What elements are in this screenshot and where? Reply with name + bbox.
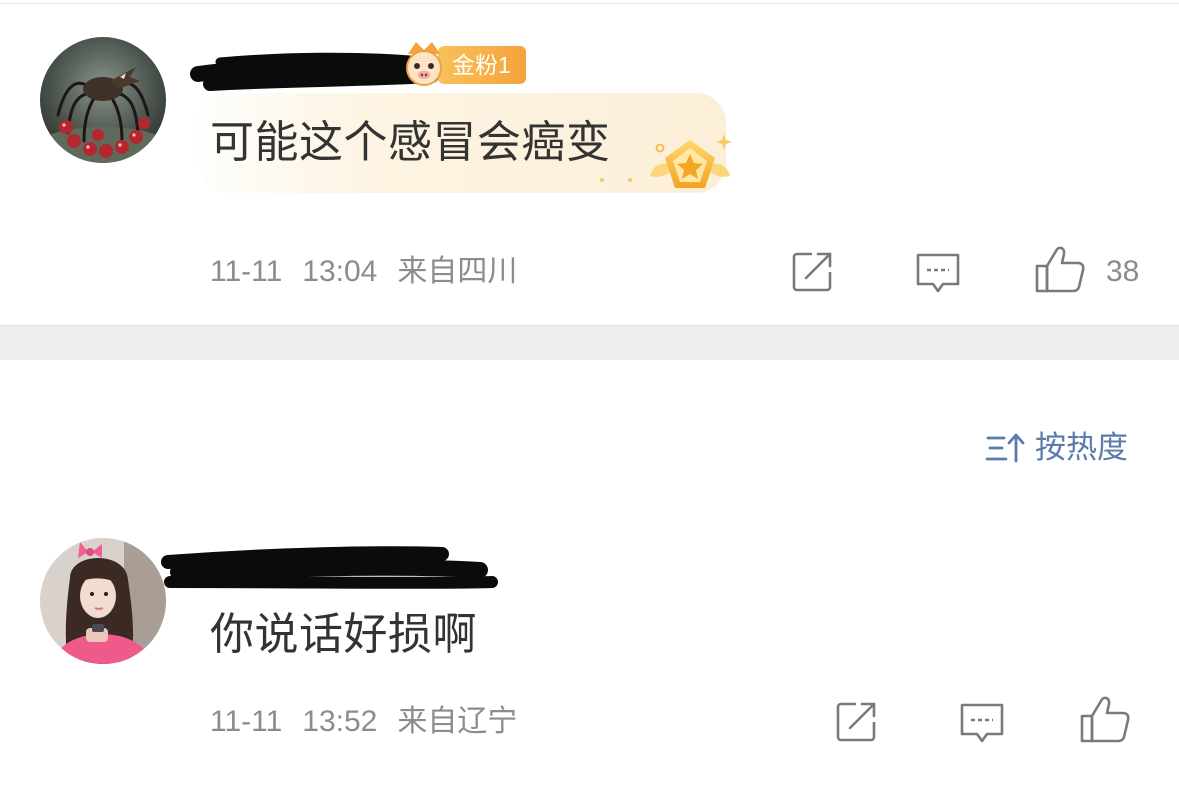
comment-2-text: 你说话好损啊 xyxy=(210,610,477,659)
sort-by-hot-toggle[interactable]: 按热度 xyxy=(985,428,1128,468)
avatar-image xyxy=(40,37,166,163)
fan-badge-label: 金粉1 xyxy=(452,52,511,78)
section-divider xyxy=(0,325,1179,360)
fan-badge-icon xyxy=(406,42,442,86)
comment-1-meta: 11-11 13:04 来自四川 xyxy=(210,254,517,290)
comment-2-meta: 11-11 13:52 来自辽宁 xyxy=(210,704,517,740)
share-icon xyxy=(836,702,876,742)
comment-2-reply-button[interactable] xyxy=(958,700,1006,746)
sort-icon xyxy=(985,433,1025,463)
comment-icon xyxy=(960,703,1004,743)
share-icon xyxy=(792,252,832,292)
comment-1-avatar[interactable] xyxy=(40,37,166,163)
comment-2-username-redacted[interactable] xyxy=(158,540,503,594)
like-icon xyxy=(1035,246,1085,293)
comment-2-avatar[interactable] xyxy=(40,538,166,664)
comment-1-time: 13:04 xyxy=(302,255,378,288)
comment-icon xyxy=(916,253,960,293)
comment-1-like-count: 38 xyxy=(1106,255,1140,288)
comment-2-like-button[interactable] xyxy=(1079,694,1131,744)
comment-2-share-button[interactable] xyxy=(834,700,880,744)
comment-1-like-button[interactable] xyxy=(1034,244,1086,294)
comment-2-time: 13:52 xyxy=(302,705,378,738)
like-icon xyxy=(1080,696,1130,743)
top-divider-line xyxy=(0,3,1179,4)
comment-1-text: 可能这个感冒会癌变 xyxy=(210,118,611,167)
gold-medal-icon xyxy=(600,134,732,188)
comment-1-share-button[interactable] xyxy=(790,250,836,294)
comment-2-location: 来自辽宁 xyxy=(397,705,518,738)
comment-1-reply-button[interactable] xyxy=(914,250,962,296)
fan-badge[interactable]: 金粉1 xyxy=(438,46,526,84)
comment-2-date: 11-11 xyxy=(210,705,283,738)
avatar-image xyxy=(40,538,166,664)
sort-toggle-label: 按热度 xyxy=(1035,430,1128,465)
comment-1-date: 11-11 xyxy=(210,255,283,288)
comment-1-location: 来自四川 xyxy=(397,255,518,288)
